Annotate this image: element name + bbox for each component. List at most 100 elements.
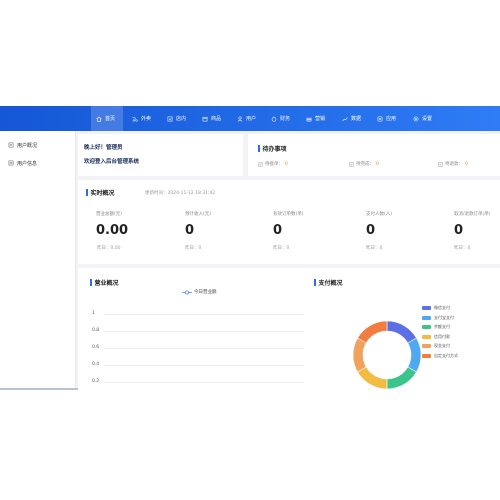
todo-title-text: 待办事项 bbox=[262, 146, 287, 153]
nav-item-goods[interactable]: 商品 bbox=[202, 106, 221, 131]
revenue-title: 营业概况 bbox=[90, 278, 119, 287]
admin-dashboard: 首页 外卖 店内 商品 用户 财务 营销 数据 应用 设置 用户概况 用户信息 … bbox=[0, 106, 500, 390]
revenue-payment-card: 营业概况 今日营业额 1 0.8 0.6 0.4 0.2 支付概况 微信支付 支付… bbox=[78, 268, 500, 390]
settings-icon bbox=[413, 116, 419, 121]
donut-slice[interactable] bbox=[407, 337, 422, 373]
stat-value: 0 bbox=[273, 223, 283, 238]
nav-item-user[interactable]: 用户 bbox=[237, 106, 256, 131]
nav-item-delivery[interactable]: 外卖 bbox=[132, 106, 151, 131]
legend-swatch bbox=[422, 325, 431, 329]
store-icon bbox=[167, 116, 173, 121]
nav-item-home[interactable]: 首页 bbox=[91, 106, 123, 131]
welcome-card: 晚上好！管理员 欢迎登入后台管理系统 bbox=[78, 134, 243, 176]
nav-item-finance[interactable]: 财务 bbox=[271, 106, 290, 131]
welcome-text: 欢迎登入后台管理系统 bbox=[84, 159, 140, 165]
legend-item[interactable]: 支付宝支付 bbox=[422, 315, 454, 321]
stat-yesterday: 昨日：0 bbox=[366, 246, 383, 251]
legend-swatch bbox=[422, 334, 431, 339]
todo-card: 待办事项 待接单： 0 待完成： 0 待退款： 0 bbox=[248, 134, 500, 176]
stat-value: 0 bbox=[366, 223, 376, 238]
todo-label: 待接单： bbox=[265, 162, 283, 167]
stat-label: 取消/退款订单(单) bbox=[454, 212, 491, 217]
nav-label: 财务 bbox=[280, 116, 291, 122]
donut-slice[interactable] bbox=[357, 366, 388, 390]
sidebar-item-user-overview[interactable]: 用户概况 bbox=[0, 136, 75, 154]
marketing-icon bbox=[306, 117, 312, 121]
stat-yesterday: 昨日：0 bbox=[454, 246, 471, 251]
user-overview-icon bbox=[8, 142, 14, 148]
order-list-icon bbox=[349, 162, 354, 166]
y-tick-label: 0.2 bbox=[92, 379, 100, 384]
todo-count: 0 bbox=[376, 161, 379, 167]
stat-value: 0.00 bbox=[96, 223, 129, 238]
todo-item-pending-refund[interactable]: 待退款： 0 bbox=[438, 161, 468, 167]
user-icon bbox=[237, 116, 243, 122]
legend-swatch bbox=[422, 344, 431, 348]
todo-count: 0 bbox=[465, 161, 468, 167]
legend-item[interactable]: 微信支付 bbox=[422, 305, 450, 311]
nav-label: 应用 bbox=[386, 116, 397, 122]
legend-swatch bbox=[422, 315, 431, 320]
nav-label: 设置 bbox=[422, 116, 433, 122]
stat-value: 0 bbox=[454, 223, 464, 238]
y-tick-label: 0.8 bbox=[92, 328, 100, 333]
legend-item[interactable]: 现金支付 bbox=[422, 343, 450, 349]
gridline bbox=[104, 365, 304, 366]
nav-label: 数据 bbox=[351, 116, 362, 122]
todo-count: 0 bbox=[285, 161, 288, 167]
order-list-icon bbox=[258, 162, 263, 166]
legend-item[interactable]: 信用付款 bbox=[422, 334, 450, 340]
stat-value: 0 bbox=[185, 223, 195, 238]
gridline bbox=[104, 314, 304, 315]
revenue-title-text: 营业概况 bbox=[94, 280, 119, 287]
todo-label: 待完成： bbox=[356, 162, 374, 167]
nav-label: 营销 bbox=[315, 116, 326, 122]
todo-item-pending-complete[interactable]: 待完成： 0 bbox=[349, 161, 379, 167]
goods-icon bbox=[202, 116, 208, 121]
sidebar-item-label: 用户信息 bbox=[17, 160, 38, 167]
line-chart-legend[interactable]: 今日营业额 bbox=[182, 289, 217, 295]
update-time: 更新时间：2024-11-12 18:31:42 bbox=[145, 191, 216, 196]
legend-label: 今日营业额 bbox=[194, 290, 217, 295]
gridline bbox=[104, 348, 304, 349]
gridline bbox=[104, 331, 304, 332]
legend-swatch bbox=[422, 306, 431, 310]
todo-item-pending-accept[interactable]: 待接单： 0 bbox=[258, 161, 288, 167]
nav-label: 商品 bbox=[211, 116, 222, 122]
greeting-text: 晚上好！管理员 bbox=[84, 145, 123, 151]
nav-item-store[interactable]: 店内 bbox=[167, 106, 186, 131]
y-tick-label: 1 bbox=[92, 311, 95, 316]
donut-slice[interactable] bbox=[386, 366, 417, 390]
todo-title: 待办事项 bbox=[258, 144, 287, 153]
realtime-title: 实时概况 bbox=[86, 188, 115, 197]
donut-slice[interactable] bbox=[386, 320, 417, 344]
realtime-title-text: 实时概况 bbox=[90, 190, 115, 197]
legend-label: 自定支付方式 bbox=[434, 352, 458, 358]
realtime-overview-card: 实时概况 更新时间：2024-11-12 18:31:42 营业总额(元) 0.… bbox=[78, 180, 500, 264]
title-accent-bar bbox=[314, 279, 316, 286]
donut-slice[interactable] bbox=[357, 320, 388, 344]
donut-slice[interactable] bbox=[352, 337, 367, 373]
data-icon bbox=[342, 116, 348, 121]
stat-label: 预计收入(元) bbox=[185, 212, 212, 217]
home-icon bbox=[96, 116, 102, 122]
nav-label: 用户 bbox=[246, 116, 257, 122]
legend-label: 微信支付 bbox=[434, 305, 450, 310]
legend-item[interactable]: 余额支付 bbox=[422, 324, 450, 330]
legend-item[interactable]: 自定支付方式 bbox=[422, 353, 458, 359]
apps-icon bbox=[377, 116, 383, 121]
nav-item-data[interactable]: 数据 bbox=[342, 106, 361, 131]
title-accent-bar bbox=[90, 279, 92, 286]
legend-label: 现金支付 bbox=[434, 343, 450, 348]
title-accent-bar bbox=[258, 145, 260, 152]
payment-title-text: 支付概况 bbox=[318, 280, 343, 287]
sidebar: 用户概况 用户信息 bbox=[0, 131, 125, 390]
nav-item-apps[interactable]: 应用 bbox=[377, 106, 396, 131]
nav-item-marketing[interactable]: 营销 bbox=[306, 106, 325, 131]
legend-line-marker-icon bbox=[182, 289, 192, 295]
sidebar-item-user-info[interactable]: 用户信息 bbox=[0, 154, 75, 172]
nav-item-settings[interactable]: 设置 bbox=[413, 106, 432, 131]
order-list-icon bbox=[438, 162, 443, 166]
nav-label: 店内 bbox=[176, 116, 187, 122]
legend-label: 支付宝支付 bbox=[434, 314, 454, 320]
